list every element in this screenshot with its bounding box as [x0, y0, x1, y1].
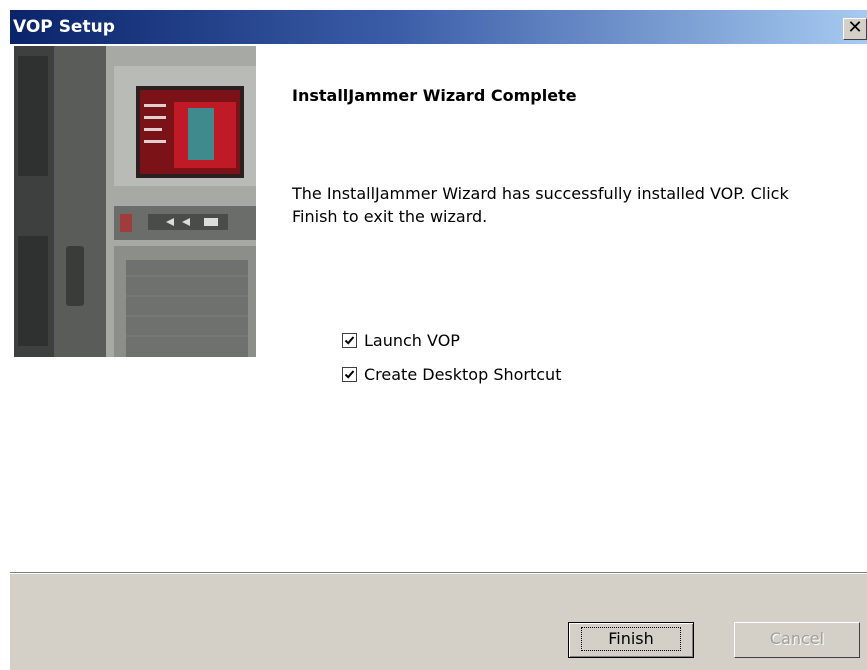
checkbox-label[interactable]: Create Desktop Shortcut — [364, 365, 561, 384]
desktop-shortcut-checkbox[interactable]: Create Desktop Shortcut — [342, 365, 561, 384]
page-heading: InstallJammer Wizard Complete — [292, 86, 577, 105]
checkbox-label[interactable]: Launch VOP — [364, 331, 460, 350]
cancel-button[interactable]: Cancel — [734, 622, 860, 658]
wizard-side-image — [14, 46, 256, 357]
title-bar[interactable]: VOP Setup ✕ — [10, 10, 867, 44]
completion-message: The InstallJammer Wizard has successfull… — [292, 184, 789, 226]
checkbox-box[interactable] — [342, 333, 357, 348]
checkmark-icon — [344, 336, 355, 345]
cancel-button-label: Cancel — [769, 629, 825, 648]
finish-button-label: Finish — [581, 627, 681, 651]
finish-button[interactable]: Finish — [568, 622, 694, 658]
setup-dialog: VOP Setup ✕ InstallJammer Wizard Complet… — [0, 0, 867, 670]
checkmark-icon — [344, 370, 355, 379]
window-title: VOP Setup — [13, 17, 115, 37]
close-button[interactable]: ✕ — [843, 18, 867, 40]
close-icon: ✕ — [847, 17, 863, 38]
checkbox-box[interactable] — [342, 367, 357, 382]
window-edge — [0, 10, 10, 670]
launch-vop-checkbox[interactable]: Launch VOP — [342, 331, 460, 350]
